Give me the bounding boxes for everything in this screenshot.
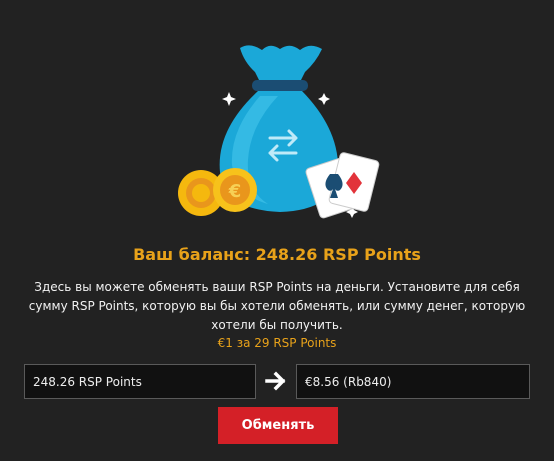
exchange-description: Здесь вы можете обменять ваши RSP Points… [28,280,526,332]
arrow-right-icon [265,371,286,391]
svg-text:€: € [228,181,242,202]
money-bag-illustration: € [178,45,380,219]
balance-title: Ваш баланс: 248.26 RSP Points [133,245,421,264]
exchange-rate: €1 за 29 RSP Points [217,336,337,350]
points-input[interactable] [24,364,256,399]
coins-icon: € [178,168,257,216]
exchange-button[interactable]: Обменять [218,407,338,444]
exchange-panel: € Ваш баланс: 248.26 RSP Points Здесь вы… [0,0,554,461]
money-input[interactable] [296,364,530,399]
